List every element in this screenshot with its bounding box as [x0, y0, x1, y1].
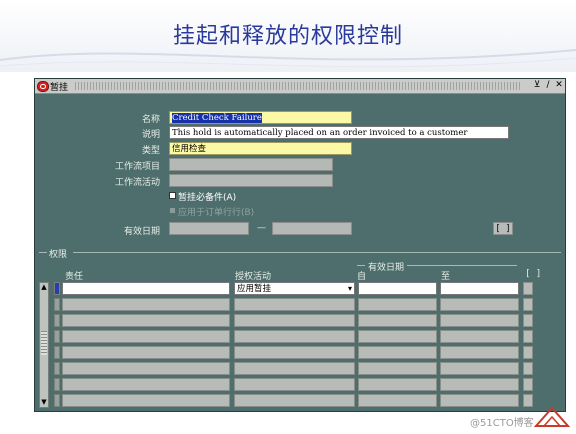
authorized-action-cell[interactable] — [234, 346, 355, 359]
authorized-action-cell[interactable]: 应用暂挂 ▾ — [234, 282, 355, 295]
col-effective-dates: 有效日期 — [365, 260, 408, 273]
row-flex-cell[interactable] — [523, 282, 533, 295]
col-from: 自 — [357, 272, 367, 282]
section-line-right — [73, 252, 561, 253]
scroll-thumb[interactable] — [41, 331, 47, 355]
section-line-left — [39, 252, 47, 253]
dropdown-arrow-icon[interactable]: ▾ — [348, 283, 352, 294]
titlebar-grip — [75, 82, 521, 90]
apply-to-lines-checkbox — [169, 207, 176, 214]
effective-to-field[interactable] — [272, 222, 352, 235]
col-responsibility: 责任 — [65, 272, 84, 282]
row-marker[interactable] — [54, 298, 60, 311]
maximize-icon[interactable]: ∕ — [543, 80, 553, 91]
name-label: 名称 — [141, 115, 160, 125]
row-flex-cell[interactable] — [523, 362, 533, 375]
oracle-logo-icon — [37, 81, 49, 92]
authority-section-label: 权限 — [49, 250, 68, 260]
type-label: 类型 — [141, 146, 160, 156]
minimize-icon[interactable]: ⊻ — [532, 80, 542, 91]
row-flex-cell[interactable] — [523, 346, 533, 359]
to-date-cell[interactable] — [440, 298, 519, 311]
responsibility-cell[interactable] — [62, 362, 230, 375]
authorized-action-cell[interactable] — [234, 362, 355, 375]
to-date-cell[interactable] — [440, 362, 519, 375]
workflow-activity-label: 工作流活动 — [114, 178, 160, 188]
grid-scrollbar[interactable]: ▲ ▼ — [39, 282, 49, 408]
description-field[interactable]: This hold is automatically placed on an … — [169, 126, 509, 139]
window-titlebar[interactable]: 暂挂 ⊻ ∕ ✕ — [35, 79, 565, 94]
from-date-cell[interactable] — [358, 330, 437, 343]
type-field[interactable]: 信用检查 — [169, 142, 352, 155]
row-flex-cell[interactable] — [523, 378, 533, 391]
row-flex-cell[interactable] — [523, 298, 533, 311]
row-marker[interactable] — [54, 330, 60, 343]
name-value: Credit Check Failure — [172, 113, 262, 123]
to-date-cell[interactable] — [440, 378, 519, 391]
authorized-action-cell[interactable] — [234, 378, 355, 391]
row-flex-cell[interactable] — [523, 330, 533, 343]
col-to: 至 — [441, 272, 451, 282]
to-date-cell[interactable] — [440, 330, 519, 343]
row-marker[interactable] — [54, 394, 60, 407]
responsibility-cell[interactable] — [62, 346, 230, 359]
description-label: 说明 — [141, 130, 160, 140]
workflow-item-field — [169, 158, 333, 171]
hold-included-items-checkbox[interactable] — [169, 192, 176, 199]
effective-dates-label: 有效日期 — [123, 227, 160, 237]
from-date-cell[interactable] — [358, 378, 437, 391]
from-date-cell[interactable] — [358, 346, 437, 359]
scroll-up-icon[interactable]: ▲ — [40, 283, 48, 292]
to-date-cell[interactable] — [440, 282, 519, 295]
date-range-dash: — — [257, 223, 266, 233]
authorized-action-cell[interactable] — [234, 394, 355, 407]
workflow-item-label: 工作流项目 — [114, 162, 160, 172]
slide-title: 挂起和释放的权限控制 — [172, 24, 403, 49]
responsibility-cell[interactable] — [62, 378, 230, 391]
from-date-cell[interactable] — [358, 282, 437, 295]
authorized-action-cell[interactable] — [234, 314, 355, 327]
apply-to-lines-label: 应用于订单行行(B) — [178, 208, 255, 218]
window-title: 暂挂 — [50, 83, 69, 93]
responsibility-cell[interactable] — [62, 330, 230, 343]
from-date-cell[interactable] — [358, 298, 437, 311]
row-marker[interactable] — [54, 362, 60, 375]
from-date-cell[interactable] — [358, 362, 437, 375]
name-field[interactable]: Credit Check Failure — [169, 111, 352, 124]
from-date-cell[interactable] — [358, 394, 437, 407]
effective-from-field[interactable] — [169, 222, 249, 235]
from-date-cell[interactable] — [358, 314, 437, 327]
to-date-cell[interactable] — [440, 314, 519, 327]
row-marker[interactable] — [54, 282, 60, 295]
company-logo — [533, 406, 571, 427]
authorized-action-cell[interactable] — [234, 330, 355, 343]
row-marker[interactable] — [54, 314, 60, 327]
responsibility-cell[interactable] — [62, 314, 230, 327]
workflow-activity-field — [169, 174, 333, 187]
to-date-cell[interactable] — [440, 346, 519, 359]
row-marker[interactable] — [54, 346, 60, 359]
row-marker[interactable] — [54, 378, 60, 391]
header-flex-button[interactable]: [ ] — [493, 222, 513, 235]
col-authorized-action: 授权活动 — [235, 272, 272, 282]
watermark: @51CTO博客 — [470, 418, 534, 429]
row-flex-cell[interactable] — [523, 314, 533, 327]
responsibility-cell[interactable] — [62, 298, 230, 311]
scroll-down-icon[interactable]: ▼ — [40, 398, 48, 407]
hold-window: 暂挂 ⊻ ∕ ✕ 名称 Credit Check Failure 说明 This… — [34, 78, 566, 412]
to-date-cell[interactable] — [440, 394, 519, 407]
close-icon[interactable]: ✕ — [554, 80, 564, 91]
hold-included-items-label: 暂挂必备件(A) — [178, 193, 237, 203]
responsibility-cell[interactable] — [62, 394, 230, 407]
responsibility-cell[interactable] — [62, 282, 230, 295]
authorized-action-cell[interactable] — [234, 298, 355, 311]
col-flex: [ ] — [525, 269, 542, 279]
